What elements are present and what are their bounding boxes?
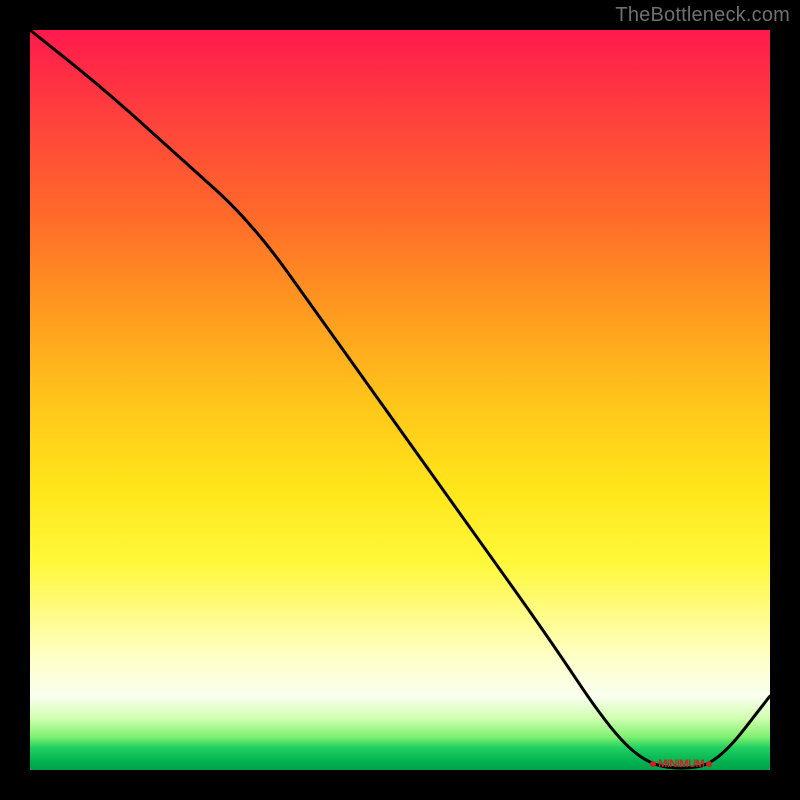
chart-stage: TheBottleneck.com MINIMUM bbox=[0, 0, 800, 800]
bottleneck-curve bbox=[30, 30, 770, 770]
minimum-annotation: MINIMUM bbox=[658, 758, 704, 770]
attribution-text: TheBottleneck.com bbox=[615, 4, 790, 27]
plot-area: MINIMUM bbox=[30, 30, 770, 770]
